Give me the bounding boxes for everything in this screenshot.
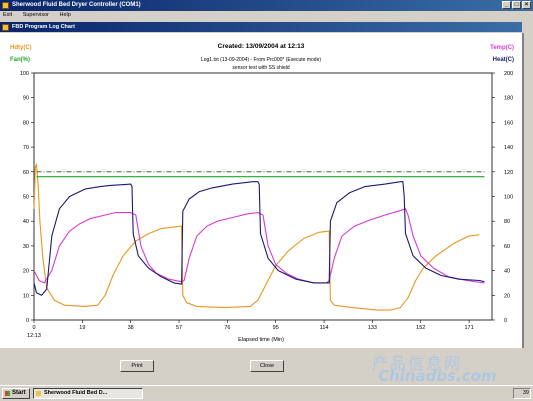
y-left-tick-label: 20 bbox=[23, 269, 29, 275]
x-start-time-label: 12:13 bbox=[27, 333, 41, 339]
y-right-tick-label: 20 bbox=[504, 293, 510, 299]
x-tick-label: 57 bbox=[176, 325, 182, 331]
y-left-tick-label: 70 bbox=[23, 145, 29, 151]
y-right-tick-label: 100 bbox=[504, 195, 513, 201]
taskbar-clock: 39 bbox=[513, 388, 531, 399]
x-tick-label: 152 bbox=[416, 325, 425, 331]
y-left-tick-label: 60 bbox=[23, 170, 29, 176]
start-button[interactable]: Start bbox=[2, 388, 30, 399]
print-button[interactable]: Print bbox=[120, 360, 154, 372]
menu-supervisor[interactable]: Supervisor bbox=[23, 12, 49, 18]
x-tick-label: 171 bbox=[465, 325, 474, 331]
watermark-url: Chinadbs.com bbox=[378, 367, 497, 385]
chart-log-line: Log1.txt (13-09-2004) - From Prc000* (Ex… bbox=[201, 57, 321, 63]
left-bottom-axis-label: Fan(%) bbox=[10, 57, 30, 63]
y-left-tick-label: 10 bbox=[23, 293, 29, 299]
start-label: Start bbox=[12, 390, 26, 396]
y-right-tick-label: 80 bbox=[504, 219, 510, 225]
windows-logo-icon bbox=[5, 391, 10, 396]
menu-bar: Exit Supervisor Help bbox=[0, 11, 533, 20]
y-right-tick-label: 0 bbox=[504, 318, 507, 324]
taskbar: Start Sherwood Fluid Bed D... 39 bbox=[0, 385, 533, 401]
y-left-tick-label: 100 bbox=[20, 71, 29, 77]
x-tick-label: 38 bbox=[128, 325, 134, 331]
chart-window-icon bbox=[2, 24, 9, 31]
chart-note: sensor test with SS shield bbox=[232, 65, 289, 71]
maximize-button[interactable]: □ bbox=[512, 1, 521, 9]
taskbar-app-item[interactable]: Sherwood Fluid Bed D... bbox=[33, 388, 143, 399]
app-icon bbox=[2, 2, 9, 9]
app-task-icon bbox=[36, 391, 41, 396]
y-left-tick-label: 50 bbox=[23, 195, 29, 201]
x-tick-label: 0 bbox=[32, 325, 35, 331]
close-window-button[interactable]: × bbox=[522, 1, 531, 9]
y-left-tick-label: 90 bbox=[23, 96, 29, 102]
x-tick-label: 76 bbox=[224, 325, 230, 331]
y-left-tick-label: 80 bbox=[23, 120, 29, 126]
close-button[interactable]: Close bbox=[250, 360, 284, 372]
watermark: 产品信息网 Chinadbs.com bbox=[360, 350, 530, 385]
menu-exit[interactable]: Exit bbox=[3, 12, 12, 18]
y-left-tick-label: 30 bbox=[23, 244, 29, 250]
chart-created-label: Created: 13/09/2004 at 12:13 bbox=[218, 43, 305, 50]
minimize-button[interactable]: _ bbox=[502, 1, 511, 9]
log-chart: Created: 13/09/2004 at 12:13 Log1.txt (1… bbox=[10, 43, 514, 343]
app-titlebar: Sherwood Fluid Bed Dryer Controller (COM… bbox=[0, 0, 533, 11]
x-tick-label: 114 bbox=[320, 325, 329, 331]
y-right-tick-label: 120 bbox=[504, 170, 513, 176]
left-top-axis-label: Hdty(C) bbox=[10, 45, 32, 51]
x-tick-label: 133 bbox=[368, 325, 377, 331]
chart-window-title: FBD Program Log Chart bbox=[12, 24, 75, 30]
x-tick-label: 95 bbox=[273, 325, 279, 331]
y-right-tick-label: 140 bbox=[504, 145, 513, 151]
y-left-tick-label: 0 bbox=[26, 318, 29, 324]
right-top-axis-label: Temp(C) bbox=[490, 45, 514, 51]
menu-help[interactable]: Help bbox=[60, 12, 71, 18]
plot-area bbox=[33, 72, 493, 321]
y-right-tick-label: 160 bbox=[504, 120, 513, 126]
app-title: Sherwood Fluid Bed Dryer Controller (COM… bbox=[12, 2, 141, 8]
right-bottom-axis-label: Heat(C) bbox=[493, 57, 514, 63]
y-left-tick-label: 40 bbox=[23, 219, 29, 225]
y-right-tick-label: 180 bbox=[504, 96, 513, 102]
x-axis-label: Elapsed time (Min) bbox=[238, 337, 284, 343]
y-right-tick-label: 40 bbox=[504, 269, 510, 275]
y-right-tick-label: 200 bbox=[504, 71, 513, 77]
y-right-tick-label: 60 bbox=[504, 244, 510, 250]
x-tick-label: 19 bbox=[79, 325, 85, 331]
chart-window-titlebar: FBD Program Log Chart bbox=[0, 22, 522, 32]
chart-panel: Created: 13/09/2004 at 12:13 Log1.txt (1… bbox=[0, 33, 524, 348]
taskbar-app-label: Sherwood Fluid Bed D... bbox=[44, 390, 108, 396]
